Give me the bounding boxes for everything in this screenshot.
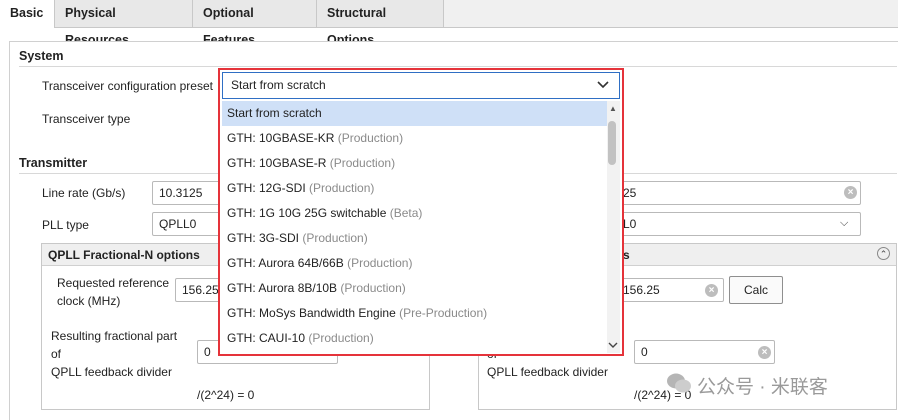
rx-frac-value: 0: [641, 345, 648, 359]
rx-ref-clock-value: 156.25: [623, 283, 660, 297]
clear-x-icon[interactable]: ×: [844, 186, 857, 199]
preset-option-status: (Production): [308, 331, 374, 345]
tx-pll-type-select[interactable]: QPLL0: [152, 212, 222, 236]
preset-option-status: (Production): [329, 156, 396, 170]
transceiver-type-label: Transceiver type: [42, 112, 131, 126]
preset-option-name: GTH: 1G 10G 25G switchable: [227, 206, 387, 220]
system-section-title: System: [19, 49, 64, 63]
tx-frac-label-1: Resulting fractional part: [51, 329, 178, 343]
collapse-up-icon[interactable]: ⌃: [877, 247, 890, 260]
dropdown-scroll-thumb[interactable]: [608, 121, 616, 165]
preset-option[interactable]: GTH: 1G 10G 25G switchable (Beta): [222, 201, 607, 226]
chevron-down-icon[interactable]: [597, 81, 609, 89]
preset-option-name: GTH: MoSys Bandwidth Engine: [227, 306, 396, 320]
preset-option[interactable]: GTH: 12G-SDI (Production): [222, 176, 607, 201]
preset-option-name: GTH: 12G-SDI: [227, 181, 306, 195]
preset-option-status: (Pre-Production): [399, 306, 488, 320]
preset-option[interactable]: GTH: 10GBASE-KR (Production): [222, 126, 607, 151]
rx-frac-input[interactable]: 0: [634, 340, 775, 364]
preset-options-list: Start from scratch GTH: 10GBASE-KR (Prod…: [222, 101, 607, 353]
wechat-logo-icon: [667, 373, 691, 393]
tx-line-rate-input[interactable]: 10.3125: [152, 181, 222, 205]
preset-option[interactable]: Start from scratch: [222, 101, 607, 126]
rx-pll-type-select[interactable]: L0: [616, 212, 861, 236]
scroll-up-arrow-icon[interactable]: ▲: [609, 104, 617, 113]
preset-option[interactable]: GTH: Aurora 64B/66B (Production): [222, 251, 607, 276]
preset-option-name: GTH: Aurora 8B/10B: [227, 281, 338, 295]
tab-optional-features[interactable]: Optional Features: [193, 0, 317, 47]
tab-basic[interactable]: Basic: [0, 0, 55, 28]
preset-option-name: GTH: 10GBASE-KR: [227, 131, 335, 145]
preset-option-name: GTH: 10GBASE-R: [227, 156, 327, 170]
rx-line-rate-input[interactable]: 25: [616, 181, 861, 205]
preset-option[interactable]: GTH: 3G-SDI (Production): [222, 226, 607, 251]
preset-option[interactable]: GTH: 10GBASE-R (Production): [222, 151, 607, 176]
tab-bar: Basic Physical Resources Optional Featur…: [0, 0, 898, 47]
tx-frac-label-2: of: [51, 347, 62, 361]
preset-option-name: GTH: Aurora 64B/66B: [227, 256, 344, 270]
preset-select-value: Start from scratch: [231, 78, 326, 92]
preset-option-status: (Production): [302, 231, 368, 245]
tx-ref-clock-input[interactable]: 156.25: [175, 278, 223, 302]
watermark-text: 公众号 · 米联客: [697, 377, 828, 398]
rx-frac-label-3: QPLL feedback divider: [487, 365, 608, 379]
preset-option[interactable]: GTH: Aurora 8B/10B (Production): [222, 276, 607, 301]
preset-option-name: GTH: 3G-SDI: [227, 231, 300, 245]
tx-pll-type-label: PLL type: [42, 218, 89, 232]
tx-formula: /(2^24) = 0: [197, 388, 255, 402]
preset-option-status: (Production): [337, 131, 404, 145]
clear-x-icon[interactable]: ×: [705, 284, 718, 297]
tx-ref-clock-label-1: Requested reference: [57, 276, 170, 290]
tx-line-rate-label: Line rate (Gb/s): [42, 186, 126, 200]
preset-option-status: (Production): [347, 256, 413, 270]
clear-x-icon[interactable]: ×: [758, 346, 771, 359]
preset-option-status: (Production): [309, 181, 375, 195]
rx-pll-type-value: L0: [623, 217, 637, 231]
system-divider: [19, 66, 897, 67]
preset-option-status: (Production): [340, 281, 406, 295]
calc-button[interactable]: Calc: [729, 276, 783, 304]
transmitter-section-title: Transmitter: [19, 156, 88, 170]
preset-option-name: Start from scratch: [227, 106, 322, 120]
preset-option[interactable]: GTH: MoSys Bandwidth Engine (Pre-Product…: [222, 301, 607, 326]
preset-option-name: GTH: CAUI-10: [227, 331, 306, 345]
preset-label: Transceiver configuration preset: [42, 79, 213, 93]
preset-option-status: (Beta): [389, 206, 423, 220]
tx-ref-clock-label-2: clock (MHz): [57, 294, 121, 308]
rx-line-rate-value: 25: [623, 186, 637, 200]
tab-physical-resources[interactable]: Physical Resources: [55, 0, 193, 47]
scroll-down-arrow-icon[interactable]: [608, 342, 618, 349]
preset-select[interactable]: Start from scratch: [222, 72, 620, 99]
tx-frac-label-3: QPLL feedback divider: [51, 365, 172, 379]
tab-structural-options[interactable]: Structural Options: [317, 0, 444, 47]
preset-option[interactable]: GTH: CAUI-10 (Production): [222, 326, 607, 351]
chevron-down-icon[interactable]: ⌵: [840, 217, 848, 230]
tx-frac-value: 0: [204, 345, 211, 359]
